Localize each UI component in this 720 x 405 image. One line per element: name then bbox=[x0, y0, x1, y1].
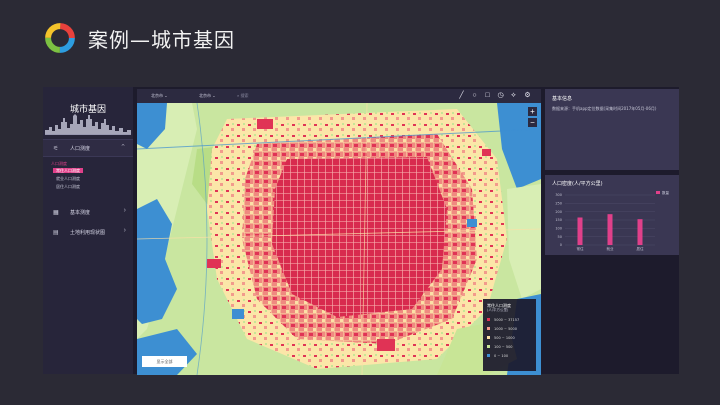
show-all-button[interactable]: 显示全部 bbox=[142, 356, 187, 367]
map-toolbar: 北京市 ⌄ 北京市 ⌄ ⌕ 搜索 ╱ ○ □ ◷ ⟡ ⚙ bbox=[137, 89, 541, 103]
sidebar-group-landuse[interactable]: ▤ 土地利用现状图 › bbox=[43, 224, 133, 240]
legend-swatch bbox=[656, 191, 660, 194]
chevron-up-icon: ⌃ bbox=[120, 144, 126, 151]
legend-label: 1000 ~ 5000 bbox=[494, 326, 517, 331]
legend-label: 500 ~ 1000 bbox=[494, 335, 515, 340]
slide-title: 案例—城市基因 bbox=[88, 28, 235, 52]
chevron-right-icon: › bbox=[123, 207, 126, 214]
legend-entry: 1000 ~ 5000 bbox=[487, 324, 532, 333]
legend-label: 0 ~ 100 bbox=[494, 353, 509, 358]
y-tick-label: 300 bbox=[555, 193, 562, 197]
sidebar-group-population[interactable]: ⚟ 人口测度 ⌃ bbox=[43, 139, 133, 157]
bar bbox=[577, 217, 583, 245]
info-panel: 基本信息 数据来源：手机app定位数据(采集时间2017年05月-06月) bbox=[545, 89, 679, 170]
city-skyline-icon bbox=[45, 114, 131, 135]
sidebar-group-label: 人口测度 bbox=[70, 146, 91, 152]
y-tick-label: 200 bbox=[555, 210, 562, 214]
bar bbox=[637, 219, 643, 245]
zoom-in-button[interactable]: + bbox=[528, 107, 537, 116]
map-legend: 常住人口测度 (人/平方公里) 5000 ~ 37157 1000 ~ 5000 5… bbox=[483, 299, 536, 371]
legend-entry: 500 ~ 1000 bbox=[487, 333, 532, 342]
map-canvas[interactable] bbox=[137, 89, 541, 375]
x-tick-label: 就业 bbox=[607, 246, 615, 251]
legend-swatch bbox=[487, 345, 490, 348]
y-tick-label: 250 bbox=[555, 202, 562, 206]
y-tick-label: 0 bbox=[560, 243, 562, 247]
legend-label: 数量 bbox=[662, 190, 670, 195]
chart-panel: 人口密度(人/平方公里) 0 50 100 150 200 250 300 常住 就业 居住 数量 bbox=[545, 175, 679, 255]
rectangle-tool-icon[interactable]: □ bbox=[483, 91, 492, 100]
clock-icon[interactable]: ◷ bbox=[496, 91, 505, 100]
circle-tool-icon[interactable]: ○ bbox=[470, 91, 479, 100]
y-tick-label: 100 bbox=[555, 227, 562, 231]
legend-label: 100 ~ 500 bbox=[494, 344, 513, 349]
y-tick-label: 50 bbox=[558, 235, 562, 239]
dropdown-district-2[interactable]: 北京市 ⌄ bbox=[199, 93, 216, 99]
line-tool-icon[interactable]: ╱ bbox=[457, 91, 466, 100]
x-tick-label: 居住 bbox=[637, 246, 645, 251]
data-source-text: 数据来源：手机app定位数据(采集时间2017年05月-06月) bbox=[552, 106, 657, 111]
bar bbox=[607, 214, 613, 245]
density-bar-chart: 0 50 100 150 200 250 300 常住 就业 居住 数量 bbox=[555, 190, 670, 251]
ring-logo-icon bbox=[45, 23, 75, 53]
info-panel-title: 基本信息 bbox=[552, 96, 573, 102]
legend-entry: 100 ~ 500 bbox=[487, 342, 532, 351]
legend-swatch bbox=[487, 354, 490, 357]
sidebar-item-employment[interactable]: 就业人口测度 bbox=[53, 176, 83, 181]
sidebar-group-basic[interactable]: ▦ 基本测度 › bbox=[43, 204, 133, 220]
search-icon: ⌕ bbox=[237, 93, 240, 98]
ruler-icon: ⚟ bbox=[53, 146, 59, 152]
sidebar-group-label: 土地利用现状图 bbox=[70, 230, 106, 236]
sidebar-subsection-label: 人口测度 bbox=[51, 161, 67, 166]
sidebar-group-label: 基本测度 bbox=[70, 210, 91, 216]
sidebar: 城市基因 ⚟ 人口测度 ⌃ 人口测度 常住人口测度 就业人口测度 居住人口测度 … bbox=[43, 87, 133, 374]
legend-swatch bbox=[487, 336, 490, 339]
app-window: 城市基因 ⚟ 人口测度 ⌃ 人口测度 常住人口测度 就业人口测度 居住人口测度 … bbox=[43, 87, 679, 375]
settings-icon[interactable]: ⚙ bbox=[523, 91, 532, 100]
zoom-out-button[interactable]: − bbox=[528, 118, 537, 127]
document-icon: ▤ bbox=[53, 230, 59, 236]
legend-swatch bbox=[487, 327, 490, 330]
legend-label: 5000 ~ 37157 bbox=[494, 317, 520, 322]
legend-entry: 0 ~ 100 bbox=[487, 351, 532, 360]
legend-swatch bbox=[487, 318, 490, 321]
search-input[interactable]: ⌕ 搜索 bbox=[237, 93, 249, 99]
legend-entry: 5000 ~ 37157 bbox=[487, 315, 532, 324]
x-tick-label: 常住 bbox=[577, 246, 585, 251]
building-icon: ▦ bbox=[53, 210, 59, 216]
sidebar-item-residence[interactable]: 居住人口测度 bbox=[53, 184, 83, 189]
chevron-right-icon: › bbox=[123, 227, 126, 234]
chart-panel-title: 人口密度(人/平方公里) bbox=[552, 181, 603, 187]
sidebar-item-resident[interactable]: 常住人口测度 bbox=[53, 168, 83, 173]
dropdown-district-1[interactable]: 北京市 ⌄ bbox=[151, 93, 168, 99]
choropleth-map[interactable]: 北京市 ⌄ 北京市 ⌄ ⌕ 搜索 ╱ ○ □ ◷ ⟡ ⚙ + − 常住人口测度 … bbox=[137, 89, 541, 375]
y-tick-label: 150 bbox=[555, 218, 562, 222]
layers-icon[interactable]: ⟡ bbox=[509, 91, 518, 100]
legend-unit: (人/平方公里) bbox=[487, 308, 509, 312]
brand-header: 城市基因 bbox=[43, 87, 133, 139]
